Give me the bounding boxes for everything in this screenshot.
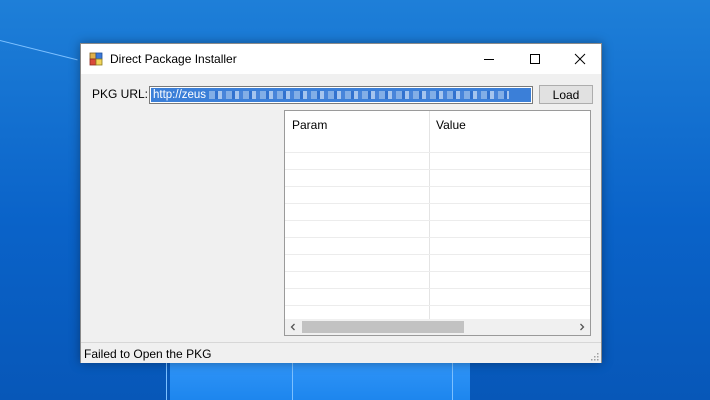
minimize-icon	[484, 59, 494, 60]
pkg-url-selected-text: http://zeus	[151, 88, 531, 102]
installer-app-icon	[89, 52, 103, 66]
pkg-url-input[interactable]: http://zeus	[149, 86, 533, 104]
window-title: Direct Package Installer	[110, 52, 237, 66]
table-row	[285, 305, 590, 306]
redacted-url-blur	[209, 91, 510, 99]
table-row	[285, 186, 590, 187]
table-row	[285, 220, 590, 221]
column-header-value[interactable]: Value	[436, 118, 466, 132]
table-row	[285, 237, 590, 238]
table-row	[285, 152, 590, 153]
desktop-light-line	[0, 40, 78, 61]
maximize-icon	[530, 54, 540, 64]
close-icon	[574, 53, 586, 65]
status-message: Failed to Open the PKG	[84, 347, 212, 361]
desktop-light-line	[452, 362, 453, 400]
table-row	[285, 169, 590, 170]
horizontal-scrollbar[interactable]	[285, 319, 590, 335]
pkg-url-label: PKG URL:	[92, 87, 149, 101]
grid-header: Param Value	[285, 111, 590, 137]
maximize-button[interactable]	[512, 44, 558, 74]
table-row	[285, 288, 590, 289]
chevron-right-icon	[580, 323, 585, 331]
status-bar: Failed to Open the PKG	[81, 342, 601, 363]
pkg-url-value: http://zeus	[153, 89, 207, 101]
desktop-light-line	[166, 362, 167, 400]
app-window: Direct Package Installer PKG URL: http:/…	[80, 43, 602, 363]
table-row	[285, 254, 590, 255]
column-header-param[interactable]: Param	[292, 118, 327, 132]
load-button[interactable]: Load	[539, 85, 593, 104]
scroll-thumb[interactable]	[302, 321, 464, 333]
table-row	[285, 203, 590, 204]
title-bar[interactable]: Direct Package Installer	[81, 44, 601, 74]
close-button[interactable]	[557, 44, 603, 74]
scroll-left-button[interactable]	[285, 319, 301, 335]
minimize-button[interactable]	[466, 44, 512, 74]
param-value-grid[interactable]: Param Value	[284, 110, 591, 336]
resize-grip-icon[interactable]	[589, 351, 599, 361]
table-row	[285, 271, 590, 272]
chevron-left-icon	[290, 323, 295, 331]
scroll-right-button[interactable]	[574, 319, 590, 335]
desktop-light-line	[292, 362, 293, 400]
